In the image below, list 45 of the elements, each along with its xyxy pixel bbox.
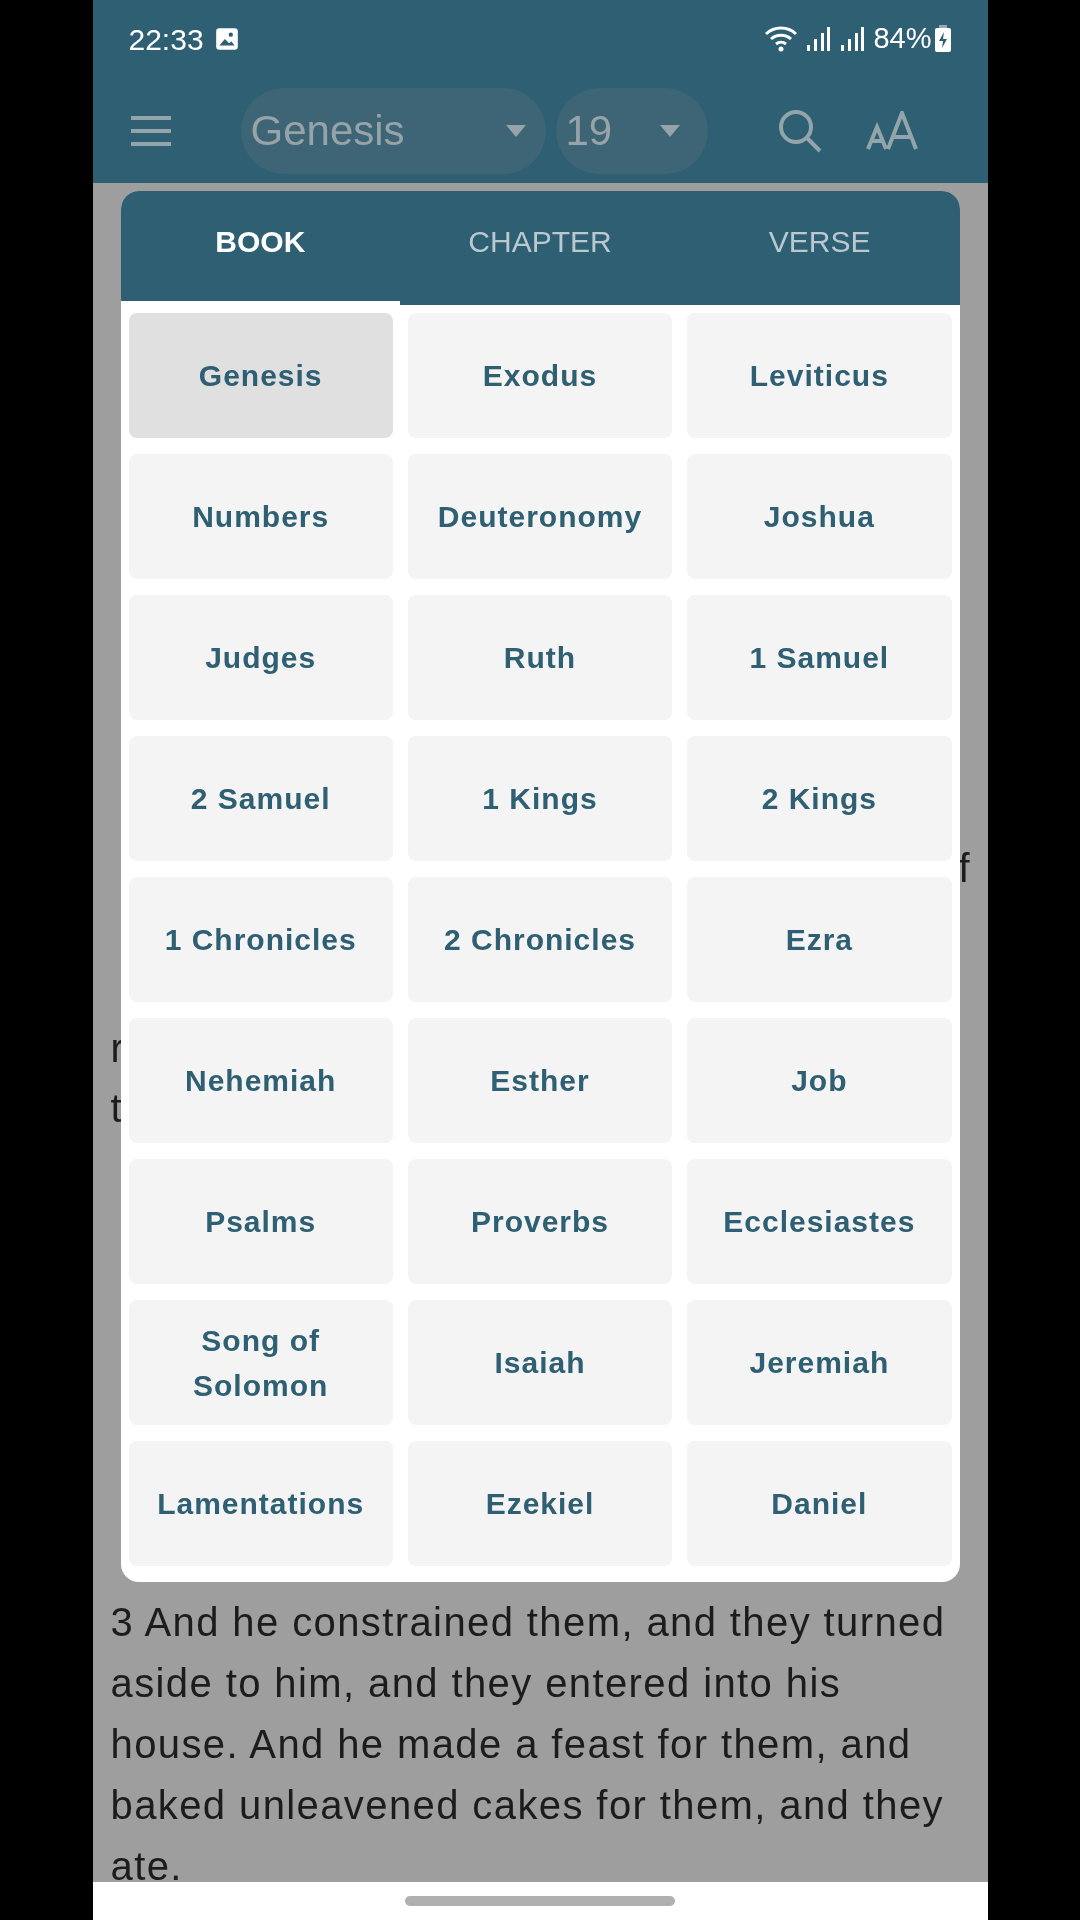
- book-tile[interactable]: Numbers: [128, 454, 393, 579]
- signal-icon: [839, 25, 866, 53]
- menu-icon[interactable]: [128, 114, 173, 147]
- battery-percent: 84%: [873, 21, 932, 57]
- verse-text-fragment: t: [110, 1085, 123, 1132]
- book-tile[interactable]: Psalms: [128, 1159, 393, 1284]
- book-tile[interactable]: Isaiah: [407, 1300, 673, 1425]
- book-tile[interactable]: Lamentations: [128, 1441, 393, 1566]
- verse-text-fragment: f: [958, 845, 970, 892]
- book-tile[interactable]: Joshua: [687, 454, 952, 579]
- book-tile[interactable]: Exodus: [407, 313, 673, 438]
- book-tile[interactable]: 1 Kings: [407, 736, 673, 861]
- picker-tab[interactable]: VERSE: [679, 191, 960, 305]
- text-size-icon[interactable]: [865, 110, 920, 151]
- book-tile[interactable]: Esther: [407, 1018, 673, 1143]
- book-tile[interactable]: Job: [687, 1018, 952, 1143]
- book-tile[interactable]: Genesis: [128, 313, 393, 438]
- book-tile[interactable]: Ruth: [407, 595, 673, 720]
- caret-icon: [659, 124, 680, 137]
- wifi-icon: [763, 24, 800, 54]
- home-handle[interactable]: [405, 1896, 675, 1906]
- verse-text: 3 And he constrained them, and they turned aside to him, and they entered into his house. And he made a feast for them, and baked unleavened cakes for them, and they ate.: [109, 1599, 947, 1882]
- book-tile[interactable]: 2 Samuel: [128, 736, 393, 861]
- image-icon: [213, 26, 240, 52]
- book-tile[interactable]: Daniel: [687, 1441, 952, 1566]
- status-time: 22:33: [128, 21, 204, 58]
- picker-tab[interactable]: CHAPTER: [400, 191, 680, 305]
- picker-tab[interactable]: BOOK: [120, 191, 401, 305]
- signal-icon: [805, 25, 832, 53]
- book-tile[interactable]: Deuteronomy: [407, 454, 673, 579]
- book-tile[interactable]: Ezra: [687, 877, 952, 1002]
- book-tile[interactable]: Ezekiel: [407, 1441, 673, 1566]
- caret-icon: [505, 124, 526, 137]
- book-tile[interactable]: Judges: [128, 595, 393, 720]
- book-tile[interactable]: 1 Chronicles: [128, 877, 393, 1002]
- battery-charging-icon: [933, 25, 952, 53]
- book-tile[interactable]: Song of Solomon: [128, 1300, 393, 1425]
- book-tile[interactable]: Jeremiah: [687, 1300, 952, 1425]
- book-tile[interactable]: Nehemiah: [128, 1018, 393, 1143]
- book-tile[interactable]: 2 Chronicles: [407, 877, 673, 1002]
- book-tile[interactable]: 1 Samuel: [687, 595, 952, 720]
- book-tile[interactable]: Ecclesiastes: [687, 1159, 952, 1284]
- book-tile[interactable]: Leviticus: [687, 313, 952, 438]
- book-tile[interactable]: 2 Kings: [687, 736, 952, 861]
- book-tile[interactable]: Proverbs: [407, 1159, 673, 1284]
